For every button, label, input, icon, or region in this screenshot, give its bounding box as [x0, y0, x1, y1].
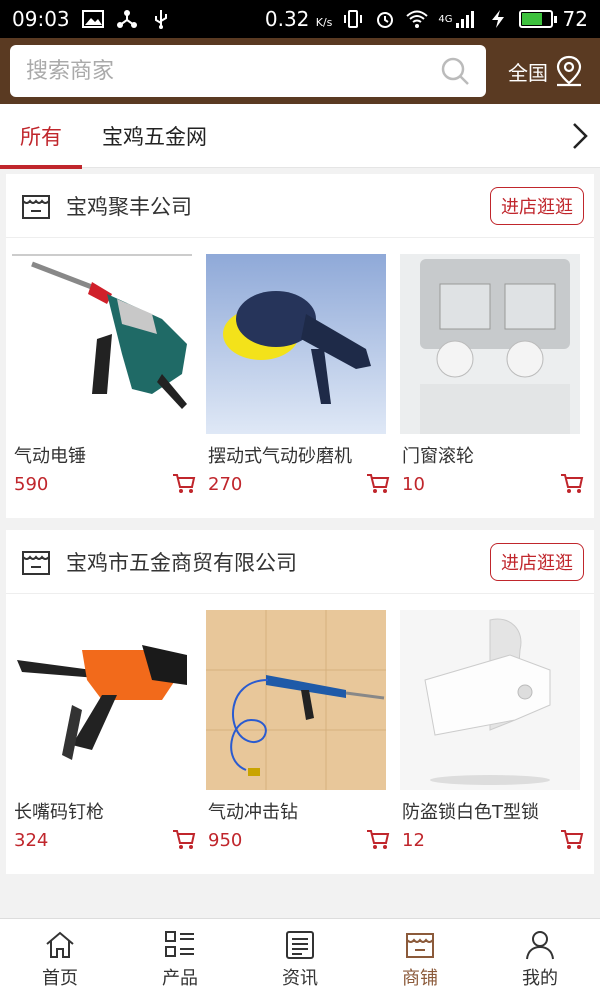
status-time: 09:03 — [12, 7, 70, 31]
product-image-rotary-hammer[interactable] — [12, 254, 192, 434]
tab-all[interactable]: 所有 — [0, 104, 82, 169]
signal-icon — [455, 11, 474, 28]
product-price: 950 — [208, 829, 243, 851]
search-input[interactable] — [26, 58, 440, 84]
nav-news[interactable]: 资讯 — [240, 919, 360, 1000]
nav-shops-label: 商铺 — [402, 967, 438, 989]
product-name: 防盗锁白色T型锁 — [402, 802, 539, 823]
home-icon — [46, 931, 74, 958]
product-price: 12 — [402, 829, 425, 851]
product-name: 长嘴码钉枪 — [14, 802, 104, 823]
nav-products[interactable]: 产品 — [120, 919, 240, 1000]
product-image-nail-gun[interactable] — [12, 610, 192, 790]
product-price: 324 — [14, 829, 49, 851]
visit-shop-button[interactable]: 进店逛逛 — [490, 186, 584, 225]
charging-icon — [491, 10, 504, 28]
cart-icon[interactable] — [560, 829, 584, 851]
cart-icon[interactable] — [560, 473, 584, 495]
tabs-more-button[interactable] — [560, 104, 600, 168]
nav-profile[interactable]: 我的 — [480, 919, 600, 1000]
product-name: 气动冲击钻 — [208, 802, 298, 823]
cart-icon[interactable] — [172, 829, 196, 851]
nav-home[interactable]: 首页 — [0, 919, 120, 1000]
product-card[interactable]: 门窗滚轮 10 — [400, 254, 594, 498]
nav-shops[interactable]: 商铺 — [360, 919, 480, 1000]
product-name: 摆动式气动砂磨机 — [208, 446, 352, 467]
product-image-t-lock[interactable] — [400, 610, 580, 790]
product-card[interactable]: 气动电锤 590 — [12, 254, 206, 498]
shop-card: 宝鸡聚丰公司 进店逛逛 气动电锤 590 摆动式气动砂磨机 270 门窗滚轮 1… — [6, 174, 594, 518]
product-price: 590 — [14, 473, 49, 495]
product-price: 10 — [402, 473, 425, 495]
search-header: 全国 — [0, 38, 600, 104]
region-selector[interactable]: 全国 — [508, 55, 590, 87]
status-bar: 09:03 0.32 K/s 4G 72 — [0, 0, 600, 38]
grid-list-icon — [165, 930, 194, 957]
shop-name: 宝鸡聚丰公司 — [66, 194, 192, 219]
network-type: 4G — [438, 13, 453, 25]
product-card[interactable]: 防盗锁白色T型锁 12 — [400, 610, 594, 854]
nav-products-label: 产品 — [162, 967, 198, 989]
region-label: 全国 — [508, 60, 548, 85]
visit-shop-button[interactable]: 进店逛逛 — [490, 542, 584, 581]
product-card[interactable]: 长嘴码钉枪 324 — [12, 610, 206, 854]
product-name: 门窗滚轮 — [402, 446, 474, 467]
search-icon[interactable] — [440, 56, 470, 86]
nav-home-label: 首页 — [42, 967, 78, 989]
user-icon — [526, 930, 554, 959]
wifi-icon — [406, 10, 429, 28]
shop-icon — [22, 550, 50, 575]
shop-header[interactable]: 宝鸡聚丰公司 进店逛逛 — [6, 174, 594, 238]
location-pin-icon — [556, 55, 582, 87]
vibrate-icon — [344, 10, 363, 28]
product-name: 气动电锤 — [14, 446, 86, 467]
network-speed: 0.32 — [264, 7, 310, 31]
product-image-orbital-sander[interactable] — [206, 254, 386, 434]
product-card[interactable]: 摆动式气动砂磨机 270 — [206, 254, 400, 498]
shop-icon — [22, 194, 50, 219]
bottom-navigation: 首页 产品 资讯 商铺 我的 — [0, 918, 600, 1000]
alarm-icon — [377, 12, 394, 28]
search-box[interactable] — [10, 45, 486, 97]
shop-icon — [406, 932, 434, 958]
shop-header[interactable]: 宝鸡市五金商贸有限公司 进店逛逛 — [6, 530, 594, 594]
cart-icon[interactable] — [366, 473, 390, 495]
product-image-impact-drill[interactable] — [206, 610, 386, 790]
shop-name: 宝鸡市五金商贸有限公司 — [66, 550, 297, 575]
tab-baoji-hardware[interactable]: 宝鸡五金网 — [82, 104, 227, 168]
usb-icon — [154, 10, 167, 29]
product-image-window-roller[interactable] — [400, 254, 580, 434]
battery-percent: 72 — [562, 7, 588, 31]
shop-card: 宝鸡市五金商贸有限公司 进店逛逛 长嘴码钉枪 324 气动冲击钻 950 防盗锁… — [6, 530, 594, 874]
image-icon — [81, 10, 104, 28]
chevron-right-icon — [573, 122, 588, 149]
cart-icon[interactable] — [172, 473, 196, 495]
news-icon — [286, 930, 314, 959]
category-tabs: 所有 宝鸡五金网 — [0, 104, 600, 169]
product-card[interactable]: 气动冲击钻 950 — [206, 610, 400, 854]
cart-icon[interactable] — [366, 829, 390, 851]
nav-news-label: 资讯 — [282, 967, 318, 989]
battery-icon — [518, 10, 557, 28]
share-icon — [116, 10, 137, 28]
nav-profile-label: 我的 — [522, 967, 558, 989]
network-speed-unit: K/s — [315, 16, 333, 29]
product-price: 270 — [208, 473, 243, 495]
